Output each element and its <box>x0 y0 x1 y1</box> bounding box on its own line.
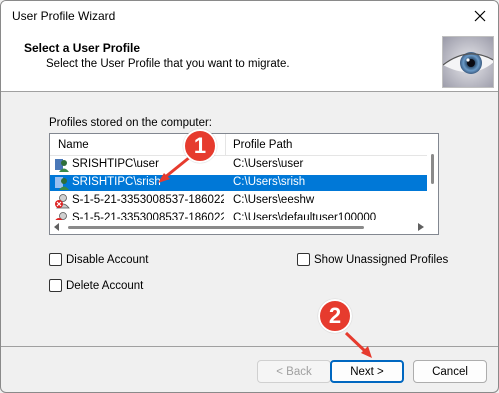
column-separator[interactable] <box>225 134 226 156</box>
wizard-header: Select a User Profile Select the User Pr… <box>1 32 498 92</box>
user-profile-icon <box>55 159 69 172</box>
annotation-badge-2: 2 <box>318 299 352 333</box>
show-unassigned-checkbox[interactable]: Show Unassigned Profiles <box>297 253 448 266</box>
profiles-list[interactable]: Name Profile Path SRISHTIPC\user C:\User… <box>49 133 439 235</box>
horizontal-scroll-thumb[interactable] <box>68 226 364 229</box>
delete-account-checkbox[interactable]: Delete Account <box>49 279 143 292</box>
close-button[interactable] <box>468 4 492 28</box>
list-header: Name Profile Path <box>50 134 438 156</box>
show-unassigned-label: Show Unassigned Profiles <box>314 253 449 266</box>
close-icon <box>474 10 486 22</box>
column-header-path[interactable]: Profile Path <box>233 139 292 151</box>
header-subtitle: Select the User Profile that you want to… <box>46 58 290 70</box>
back-button[interactable]: < Back <box>257 360 331 383</box>
title-bar: User Profile Wizard <box>1 1 498 32</box>
delete-account-label: Delete Account <box>66 279 144 292</box>
list-item[interactable]: SRISHTIPC\user C:\Users\user <box>50 157 428 173</box>
scroll-right-icon[interactable] <box>418 223 424 231</box>
user-profile-icon <box>55 177 69 190</box>
scroll-left-icon[interactable] <box>54 223 60 231</box>
annotation-badge-1: 1 <box>183 129 217 163</box>
checkbox-box[interactable] <box>49 279 62 292</box>
checkbox-box[interactable] <box>297 253 310 266</box>
list-item-selected[interactable]: SRISHTIPC\srish C:\Users\srish <box>50 175 428 191</box>
disable-account-checkbox[interactable]: Disable Account <box>49 253 148 266</box>
unknown-profile-icon <box>55 194 70 209</box>
next-button[interactable]: Next > <box>330 360 404 383</box>
user-profile-wizard-window: User Profile Wizard Select a User Profil… <box>0 0 499 393</box>
footer-divider <box>1 346 498 347</box>
column-header-name[interactable]: Name <box>58 139 89 151</box>
checkbox-box[interactable] <box>49 253 62 266</box>
header-title: Select a User Profile <box>24 41 141 55</box>
profiles-group-label: Profiles stored on the computer: <box>49 117 212 129</box>
window-title: User Profile Wizard <box>12 9 116 23</box>
cancel-button[interactable]: Cancel <box>413 360 487 383</box>
eye-image <box>442 36 494 88</box>
vertical-scroll-thumb[interactable] <box>431 154 434 184</box>
vertical-scrollbar[interactable] <box>427 134 438 220</box>
disable-account-label: Disable Account <box>66 253 149 266</box>
horizontal-scrollbar[interactable] <box>50 220 428 234</box>
list-item[interactable]: S-1-5-21-3353008537-186022... C:\Users\e… <box>50 193 428 209</box>
